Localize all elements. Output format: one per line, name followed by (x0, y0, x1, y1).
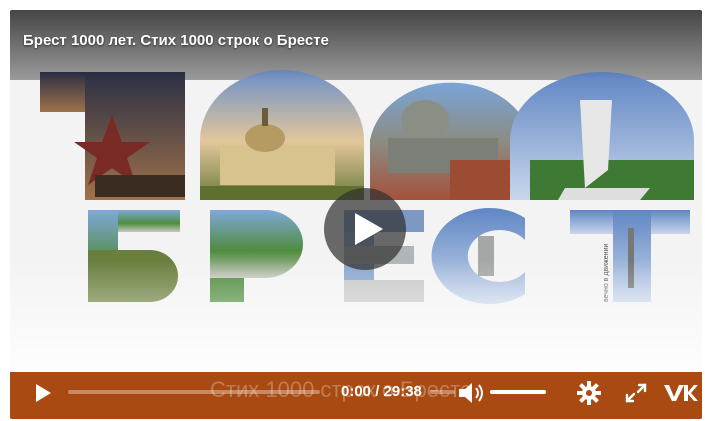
vk-logo-icon (664, 385, 698, 401)
video-player[interactable]: вечно в движении Брест 1000 лет. Стих 10… (10, 10, 702, 419)
fullscreen-icon (625, 383, 647, 403)
seek-bar-remaining (430, 390, 455, 394)
volume-icon (459, 383, 483, 403)
play-icon (36, 384, 51, 402)
gear-icon (577, 381, 601, 405)
big-play-button[interactable] (324, 188, 406, 270)
settings-button[interactable] (577, 381, 601, 405)
big-play-icon (355, 213, 383, 245)
time-display: 0:00 / 29:38 (341, 383, 422, 400)
volume-level (490, 390, 546, 394)
fullscreen-button[interactable] (625, 383, 647, 403)
vk-logo-button[interactable] (664, 383, 698, 403)
volume-button[interactable] (458, 382, 486, 404)
volume-slider[interactable] (490, 390, 546, 394)
video-title[interactable]: Брест 1000 лет. Стих 1000 строк о Бресте (23, 32, 329, 49)
seek-bar[interactable] (68, 390, 320, 394)
play-button[interactable] (34, 383, 52, 403)
